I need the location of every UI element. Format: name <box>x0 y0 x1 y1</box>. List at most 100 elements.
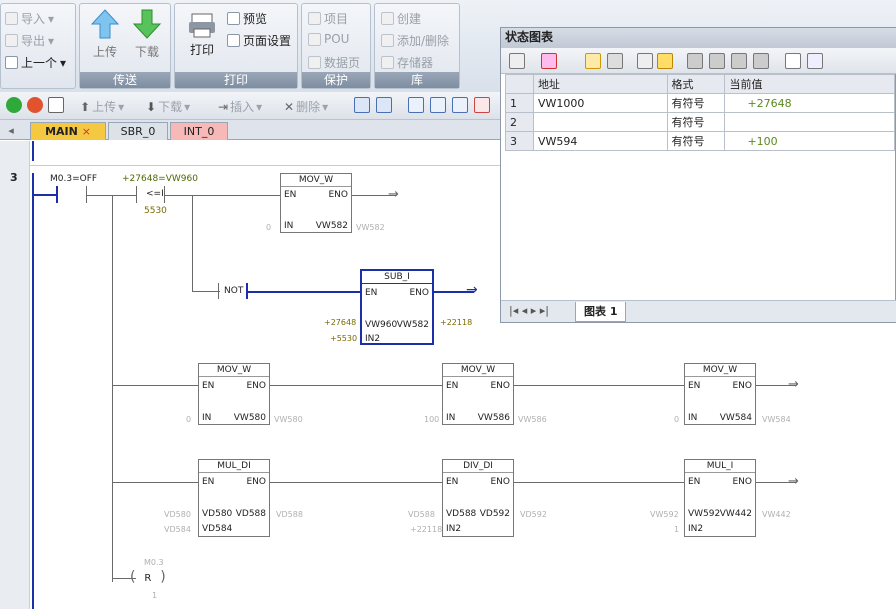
library-caption: 库 <box>375 72 459 88</box>
mul-di-in2-value: VD584 <box>164 525 191 534</box>
library-group: 创建 添加/删除 存储器 库 <box>374 3 460 89</box>
trend-chart-icon[interactable] <box>785 53 801 69</box>
protect-data-page-button[interactable]: 数据页 <box>308 54 360 71</box>
mul-di-block[interactable]: MUL_DI EN ENO VD580 VD588 VD584 <box>198 459 270 537</box>
editor-toolbar: ⬆ 上传 ▾ ⬇ 下载 ▾ ⇥ 插入 ▾ ✕ 删除 ▾ <box>0 92 500 120</box>
rung-energized <box>34 194 56 196</box>
tab-sbr0[interactable]: SBR_0 <box>108 122 168 140</box>
power-rail-top <box>32 141 34 161</box>
branch-right-icon[interactable] <box>452 97 468 113</box>
network-icon[interactable] <box>354 97 370 113</box>
pause-icon[interactable] <box>607 53 623 69</box>
print-group: 打印 预览 页面设置 打印 <box>174 3 298 89</box>
delete-row-icon[interactable] <box>541 53 557 69</box>
compare-op: <=I <box>146 189 164 199</box>
compile-icon[interactable] <box>48 97 64 113</box>
network-separator <box>30 165 500 166</box>
sheet-nav-icons[interactable]: |◂ ◂ ▸ ▸| <box>509 304 549 317</box>
wire <box>270 385 442 386</box>
branch-line <box>112 195 113 582</box>
tag-icon[interactable] <box>807 53 823 69</box>
add-row-icon[interactable] <box>509 53 525 69</box>
read-forced-icon[interactable] <box>753 53 769 69</box>
network-alt-icon[interactable] <box>376 97 392 113</box>
run-icon[interactable] <box>6 97 22 113</box>
import-button[interactable]: 导入 ▾ <box>5 10 54 27</box>
unforce-icon[interactable] <box>709 53 725 69</box>
network-gutter <box>0 141 30 609</box>
wire <box>514 482 686 483</box>
force-lock-icon[interactable] <box>687 53 703 69</box>
wire <box>270 482 442 483</box>
mov-w-block-2[interactable]: MOV_W EN ENO IN VW580 <box>198 363 270 425</box>
chart-status-icon[interactable] <box>585 53 601 69</box>
mul-di-out-value: VD588 <box>276 510 303 519</box>
box-icon[interactable] <box>408 97 424 113</box>
download-button[interactable]: 下载 <box>122 8 172 60</box>
printer-icon <box>189 13 215 38</box>
compare-top-label: +27648=VW960 <box>122 174 198 184</box>
toolbar-insert-button[interactable]: ⇥ 插入 ▾ <box>218 98 262 115</box>
table-row[interactable]: 2 有符号 <box>505 112 895 132</box>
coil-address: M0.3 <box>144 558 164 567</box>
mov3-in-value: 100 <box>424 415 440 424</box>
mul-i-block[interactable]: MUL_I EN ENO VW592 VW442 IN2 <box>684 459 756 537</box>
import-icon <box>5 12 18 25</box>
status-chart-title: 状态图表 <box>501 28 896 48</box>
output-arrow-icon: → <box>466 282 478 298</box>
status-chart-table: 地址 格式 当前值 1 VW1000 有符号 +27648 2 有符号 3 VW… <box>505 74 895 151</box>
compare-left-bar[interactable] <box>136 186 137 203</box>
tab-scroll-left-icon[interactable]: ◂ <box>4 122 18 140</box>
power-rail <box>32 173 34 609</box>
sub-i-block[interactable]: SUB_I EN ENO VW960 VW582 IN2 <box>360 269 434 345</box>
mov4-in-value: 0 <box>674 415 680 424</box>
toolbar-download-button[interactable]: ⬇ 下载 ▾ <box>146 98 190 115</box>
mov-w-block-1[interactable]: MOV_W EN ENO IN VW582 <box>280 173 352 233</box>
table-row[interactable]: 3 VW594 有符号 +100 <box>505 131 895 151</box>
tab-main[interactable]: MAIN × <box>30 122 106 140</box>
library-add-remove-button[interactable]: 添加/删除 <box>381 32 449 49</box>
div-di-block[interactable]: DIV_DI EN ENO VD588 VD592 IN2 <box>442 459 514 537</box>
toolbar-delete-button[interactable]: ✕ 删除 ▾ <box>284 98 328 115</box>
page-setup-button[interactable]: 页面设置 <box>227 32 291 49</box>
library-create-button[interactable]: 创建 <box>381 10 421 27</box>
column-header-address: 地址 <box>532 74 668 94</box>
column-header-value: 当前值 <box>724 74 895 94</box>
not-left-bar[interactable] <box>218 283 219 299</box>
mov-w-block-4[interactable]: MOV_W EN ENO IN VW584 <box>684 363 756 425</box>
sub-in1-value: +27648 <box>324 318 357 327</box>
contact-m03-label: M0.3=OFF <box>50 174 98 184</box>
div-di-in1-value: VD588 <box>408 510 435 519</box>
coil-reset[interactable]: ( R ) <box>130 569 166 585</box>
unforce-all-icon[interactable] <box>731 53 747 69</box>
print-button[interactable]: 打印 <box>177 12 227 58</box>
stop-icon[interactable] <box>27 97 43 113</box>
sub-out-value: +22118 <box>440 318 473 327</box>
wire <box>112 385 200 386</box>
contact-left-bar[interactable] <box>56 186 58 203</box>
delete-branch-icon[interactable] <box>474 97 490 113</box>
print-caption: 打印 <box>175 72 297 88</box>
preview-icon <box>227 12 240 25</box>
transfer-group: 上传 下载 传送 <box>79 3 171 89</box>
lock-icon <box>308 56 321 69</box>
protect-project-button[interactable]: 项目 <box>308 10 348 27</box>
network-number: 3 <box>10 171 18 184</box>
write-icon[interactable] <box>637 53 653 69</box>
lock-icon <box>308 12 321 25</box>
row-header-blank <box>505 74 534 94</box>
previous-button[interactable]: 上一个 ▾ <box>5 54 66 71</box>
toolbar-upload-button[interactable]: ⬆ 上传 ▾ <box>80 98 124 115</box>
tab-close-icon[interactable]: × <box>82 125 91 138</box>
mul-i-out-value: VW442 <box>762 510 791 519</box>
export-button[interactable]: 导出 ▾ <box>5 32 54 49</box>
tab-chart-1[interactable]: 图表 1 <box>575 302 627 322</box>
preview-button[interactable]: 预览 <box>227 10 267 27</box>
table-row[interactable]: 1 VW1000 有符号 +27648 <box>505 93 895 113</box>
mov-w-block-3[interactable]: MOV_W EN ENO IN VW586 <box>442 363 514 425</box>
branch-left-icon[interactable] <box>430 97 446 113</box>
library-memory-button[interactable]: 存储器 <box>381 54 433 71</box>
tab-int0[interactable]: INT_0 <box>170 122 228 140</box>
pencil-icon[interactable] <box>657 53 673 69</box>
protect-pou-button[interactable]: POU <box>308 32 349 46</box>
